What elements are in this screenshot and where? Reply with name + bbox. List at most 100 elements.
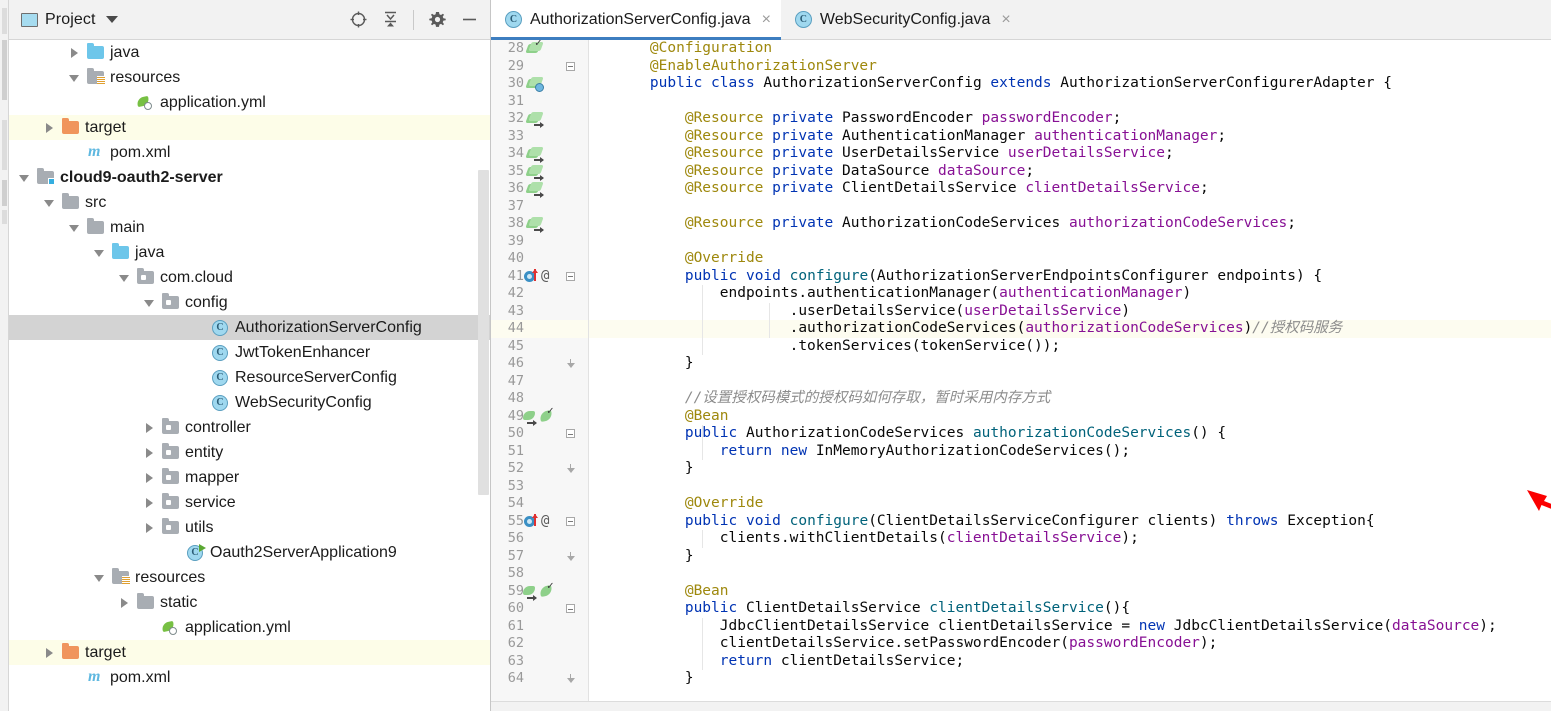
- chevron-right-icon[interactable]: [67, 45, 83, 61]
- tree-row-src[interactable]: src: [9, 190, 490, 215]
- tree-row-websecurityconfig[interactable]: C WebSecurityConfig: [9, 390, 490, 415]
- code-line[interactable]: @Bean: [589, 583, 1551, 601]
- tree-row-static[interactable]: static: [9, 590, 490, 615]
- project-tree-scrollbar[interactable]: [478, 170, 489, 495]
- code-line[interactable]: clients.withClientDetails(clientDetailsS…: [589, 530, 1551, 548]
- code-line[interactable]: @Override: [589, 250, 1551, 268]
- code-fold-collapse-icon[interactable]: [566, 604, 575, 613]
- overriding-method-icon[interactable]: [524, 513, 539, 529]
- tree-row-authorizationserverconfig[interactable]: C AuthorizationServerConfig: [9, 315, 490, 340]
- code-line[interactable]: [589, 373, 1551, 391]
- autowired-dependency-icon[interactable]: [525, 216, 544, 233]
- code-line[interactable]: @Resource private PasswordEncoder passwo…: [589, 110, 1551, 128]
- chevron-down-icon[interactable]: [142, 295, 158, 311]
- code-line[interactable]: return new InMemoryAuthorizationCodeServ…: [589, 443, 1551, 461]
- chevron-down-icon[interactable]: [42, 195, 58, 211]
- tree-row-mapper[interactable]: mapper: [9, 465, 490, 490]
- annotation-at-icon[interactable]: @: [541, 513, 556, 529]
- autowired-dependency-icon[interactable]: [525, 111, 544, 128]
- code-line[interactable]: public void configure(AuthorizationServe…: [589, 268, 1551, 286]
- spring-bean-icon[interactable]: ✓: [539, 405, 554, 424]
- tree-row-main[interactable]: main: [9, 215, 490, 240]
- tree-row-application-yml[interactable]: application.yml: [9, 90, 490, 115]
- collapse-all-icon[interactable]: [377, 7, 403, 33]
- autowired-dependency-icon[interactable]: [525, 164, 544, 181]
- tree-row-java[interactable]: java: [9, 240, 490, 265]
- tree-row-pom-xml[interactable]: m pom.xml: [9, 665, 490, 690]
- bean-return-icon[interactable]: [523, 584, 538, 601]
- code-line[interactable]: @Configuration: [589, 40, 1551, 58]
- code-fold-end-icon[interactable]: [566, 359, 575, 368]
- code-line[interactable]: clientDetailsService.setPasswordEncoder(…: [589, 635, 1551, 653]
- editor-tab-authorizationserverconfig[interactable]: C AuthorizationServerConfig.java ×: [491, 0, 781, 40]
- overriding-method-icon[interactable]: [524, 268, 539, 284]
- tree-row-pom-xml[interactable]: m pom.xml: [9, 140, 490, 165]
- chevron-down-icon[interactable]: [67, 70, 83, 86]
- tree-row-cloud9-oauth2-server[interactable]: cloud9-oauth2-server: [9, 165, 490, 190]
- code-line[interactable]: @EnableAuthorizationServer: [589, 58, 1551, 76]
- code-line[interactable]: @Resource private ClientDetailsService c…: [589, 180, 1551, 198]
- code-editor[interactable]: 28 ✓ 29 30 31 32 33 34 35 36 37 38 39 40 41 @42 43 44 45 46…: [491, 40, 1551, 711]
- tree-row-utils[interactable]: utils: [9, 515, 490, 540]
- chevron-down-icon[interactable]: [117, 270, 133, 286]
- code-line[interactable]: public void configure(ClientDetailsServi…: [589, 513, 1551, 531]
- code-line[interactable]: [589, 565, 1551, 583]
- code-line[interactable]: [589, 233, 1551, 251]
- bean-return-icon[interactable]: [523, 409, 538, 426]
- spring-bean-dot-icon[interactable]: [525, 76, 544, 92]
- tree-row-java[interactable]: java: [9, 40, 490, 65]
- annotation-at-icon[interactable]: @: [541, 268, 556, 284]
- tree-row-com-cloud[interactable]: com.cloud: [9, 265, 490, 290]
- code-line[interactable]: .authorizationCodeServices(authorization…: [589, 320, 1551, 338]
- close-icon[interactable]: ×: [762, 11, 771, 28]
- chevron-down-icon[interactable]: [92, 570, 108, 586]
- autowired-dependency-icon[interactable]: [525, 181, 544, 198]
- tree-row-oauth2serverapplication9[interactable]: C Oauth2ServerApplication9: [9, 540, 490, 565]
- code-line[interactable]: @Bean: [589, 408, 1551, 426]
- project-title-button[interactable]: Project: [21, 11, 118, 29]
- code-line[interactable]: return clientDetailsService;: [589, 653, 1551, 671]
- code-line[interactable]: @Override: [589, 495, 1551, 513]
- chevron-down-icon[interactable]: [92, 245, 108, 261]
- code-fold-end-icon[interactable]: [566, 674, 575, 683]
- chevron-down-icon[interactable]: [67, 220, 83, 236]
- tree-row-target[interactable]: target: [9, 640, 490, 665]
- code-line[interactable]: .tokenServices(tokenService());: [589, 338, 1551, 356]
- tree-row-target[interactable]: target: [9, 115, 490, 140]
- close-icon[interactable]: ×: [1001, 11, 1010, 28]
- code-line[interactable]: public class AuthorizationServerConfig e…: [589, 75, 1551, 93]
- code-line[interactable]: }: [589, 355, 1551, 373]
- chevron-right-icon[interactable]: [142, 520, 158, 536]
- code-line[interactable]: .userDetailsService(userDetailsService): [589, 303, 1551, 321]
- tree-row-application-yml[interactable]: application.yml: [9, 615, 490, 640]
- spring-bean-icon[interactable]: ✓: [539, 580, 554, 599]
- chevron-right-icon[interactable]: [42, 120, 58, 136]
- code-fold-end-icon[interactable]: [566, 464, 575, 473]
- chevron-right-icon[interactable]: [42, 645, 58, 661]
- chevron-right-icon[interactable]: [142, 420, 158, 436]
- code-fold-collapse-icon[interactable]: [566, 516, 575, 526]
- code-line[interactable]: [589, 478, 1551, 496]
- spring-bean-check-icon[interactable]: ✓: [525, 40, 544, 56]
- code-line[interactable]: @Resource private DataSource dataSource;: [589, 163, 1551, 181]
- chevron-right-icon[interactable]: [142, 445, 158, 461]
- chevron-right-icon[interactable]: [142, 495, 158, 511]
- code-line[interactable]: }: [589, 548, 1551, 566]
- code-fold-collapse-icon[interactable]: [566, 271, 575, 281]
- editor-tab-bar[interactable]: C AuthorizationServerConfig.java × C WebSecu…: [491, 0, 1551, 40]
- code-line[interactable]: endpoints.authenticationManager(authenti…: [589, 285, 1551, 303]
- code-line[interactable]: }: [589, 670, 1551, 688]
- autowired-dependency-icon[interactable]: [525, 146, 544, 163]
- chevron-down-icon[interactable]: [17, 170, 33, 186]
- tree-row-entity[interactable]: entity: [9, 440, 490, 465]
- tree-row-resources[interactable]: resources: [9, 65, 490, 90]
- chevron-right-icon[interactable]: [117, 595, 133, 611]
- gear-icon[interactable]: [424, 7, 450, 33]
- tree-row-resourceserverconfig[interactable]: C ResourceServerConfig: [9, 365, 490, 390]
- tree-row-config[interactable]: config: [9, 290, 490, 315]
- tree-row-service[interactable]: service: [9, 490, 490, 515]
- code-line[interactable]: }: [589, 460, 1551, 478]
- code-line[interactable]: @Resource private UserDetailsService use…: [589, 145, 1551, 163]
- minimize-icon[interactable]: [456, 7, 482, 33]
- tree-row-controller[interactable]: controller: [9, 415, 490, 440]
